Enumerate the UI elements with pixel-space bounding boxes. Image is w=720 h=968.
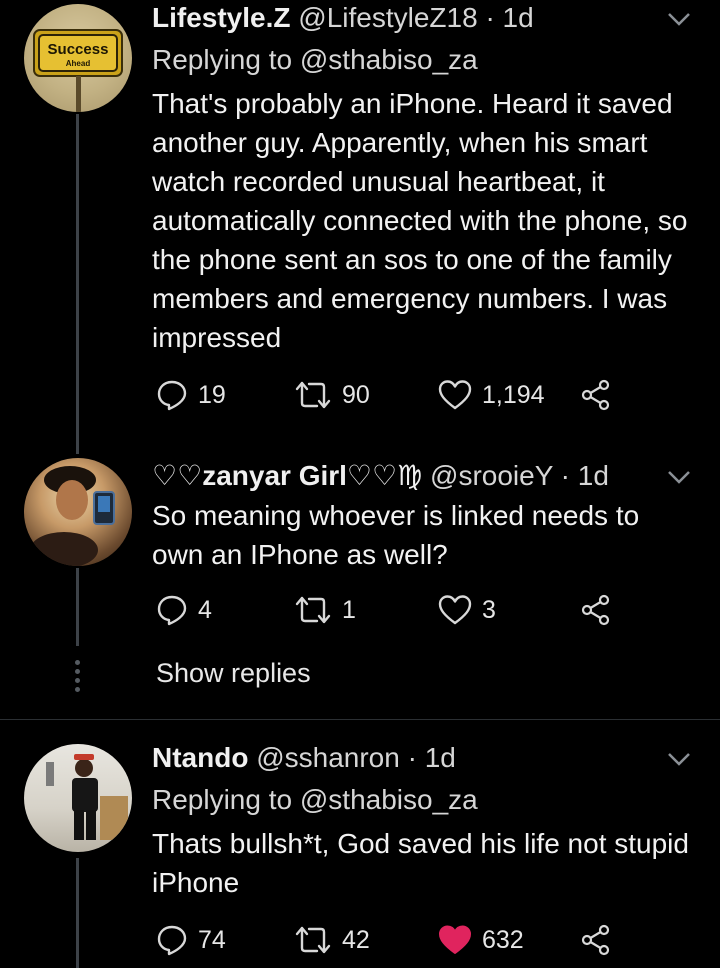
reply-button[interactable]: 74 xyxy=(156,920,226,960)
like-count: 632 xyxy=(482,925,524,954)
like-button[interactable]: 1,194 xyxy=(438,375,545,415)
user-handle[interactable]: @sshanron xyxy=(256,742,400,773)
reply-count: 4 xyxy=(198,595,212,624)
user-handle[interactable]: @LifestyleZ18 xyxy=(298,2,477,33)
thread-line xyxy=(76,568,79,646)
tweet[interactable]: Success Ahead Lifestyle.Z @LifestyleZ18 … xyxy=(0,0,720,454)
user-photo-image xyxy=(46,754,128,840)
tweet-text: Thats bullsh*t, God saved his life not s… xyxy=(152,828,689,898)
show-replies-link[interactable]: Show replies xyxy=(156,658,311,689)
share-button[interactable] xyxy=(580,920,612,960)
like-count: 1,194 xyxy=(482,380,545,409)
like-icon xyxy=(438,380,472,410)
tweet-actions: 74 42 632 xyxy=(152,920,632,960)
timestamp[interactable]: 1d xyxy=(578,460,609,491)
like-count: 3 xyxy=(482,595,496,624)
user-photo-image xyxy=(30,466,115,566)
retweet-icon xyxy=(295,926,331,954)
retweet-icon xyxy=(295,381,331,409)
reply-count: 74 xyxy=(198,925,226,954)
replying-to[interactable]: Replying to @sthabiso_za xyxy=(152,42,478,78)
retweet-count: 1 xyxy=(342,595,356,624)
tweet-header: ♡♡zanyar Girl♡♡♍ @srooieY · 1d xyxy=(152,458,720,494)
like-button[interactable]: 3 xyxy=(438,590,496,630)
reply-icon xyxy=(157,595,187,626)
tweet[interactable]: ♡♡zanyar Girl♡♡♍ @srooieY · 1d So meanin… xyxy=(0,454,720,714)
display-name[interactable]: Lifestyle.Z xyxy=(152,2,290,33)
retweet-button[interactable]: 90 xyxy=(294,375,370,415)
display-name[interactable]: Ntando xyxy=(152,742,248,773)
like-icon-filled xyxy=(439,925,471,954)
tweet-text: So meaning whoever is linked needs to ow… xyxy=(152,500,640,570)
svg-text:Ahead: Ahead xyxy=(66,59,91,68)
share-button[interactable] xyxy=(580,375,612,415)
tweet-actions: 19 90 1,194 xyxy=(152,375,632,415)
like-icon xyxy=(438,595,472,625)
retweet-count: 42 xyxy=(342,925,370,954)
avatar[interactable]: Success Ahead xyxy=(24,4,132,112)
thread-line xyxy=(76,858,79,968)
separator-dot: · xyxy=(485,2,495,33)
replying-to[interactable]: Replying to @sthabiso_za xyxy=(152,782,478,818)
chevron-down-icon[interactable] xyxy=(666,746,692,772)
like-button[interactable]: 632 xyxy=(438,920,524,960)
timestamp[interactable]: 1d xyxy=(503,2,534,33)
success-sign-image: Success Ahead xyxy=(33,29,123,112)
share-button[interactable] xyxy=(580,590,612,630)
display-name[interactable]: ♡♡zanyar Girl♡♡♍ xyxy=(152,460,422,491)
user-handle[interactable]: @srooieY xyxy=(430,460,553,491)
thread-line xyxy=(76,114,79,454)
tweet-text: That's probably an iPhone. Heard it save… xyxy=(152,88,688,353)
retweet-button[interactable]: 1 xyxy=(294,590,356,630)
reply-icon xyxy=(157,925,187,956)
separator-dot: · xyxy=(560,460,570,491)
timestamp[interactable]: 1d xyxy=(425,742,456,773)
share-icon xyxy=(581,379,610,411)
tweet-header: Ntando @sshanron · 1d xyxy=(152,740,720,776)
reply-count: 19 xyxy=(198,380,226,409)
avatar[interactable] xyxy=(24,458,132,566)
tweet-actions: 4 1 3 xyxy=(152,590,632,630)
retweet-count: 90 xyxy=(342,380,370,409)
chevron-down-icon[interactable] xyxy=(666,6,692,32)
retweet-icon xyxy=(295,596,331,624)
separator-dot: · xyxy=(407,742,417,773)
chevron-down-icon[interactable] xyxy=(666,464,692,490)
share-icon xyxy=(581,594,610,626)
reply-button[interactable]: 4 xyxy=(156,590,212,630)
avatar[interactable] xyxy=(24,744,132,852)
reply-button[interactable]: 19 xyxy=(156,375,226,415)
share-icon xyxy=(581,924,610,956)
divider xyxy=(0,719,720,720)
tweet-header: Lifestyle.Z @LifestyleZ18 · 1d xyxy=(152,0,720,36)
reply-icon xyxy=(157,380,187,411)
thread-dots xyxy=(72,660,82,696)
tweet[interactable]: Ntando @sshanron · 1d Replying to @sthab… xyxy=(0,738,720,968)
avatar-sign-text: Success xyxy=(48,41,109,58)
retweet-button[interactable]: 42 xyxy=(294,920,370,960)
